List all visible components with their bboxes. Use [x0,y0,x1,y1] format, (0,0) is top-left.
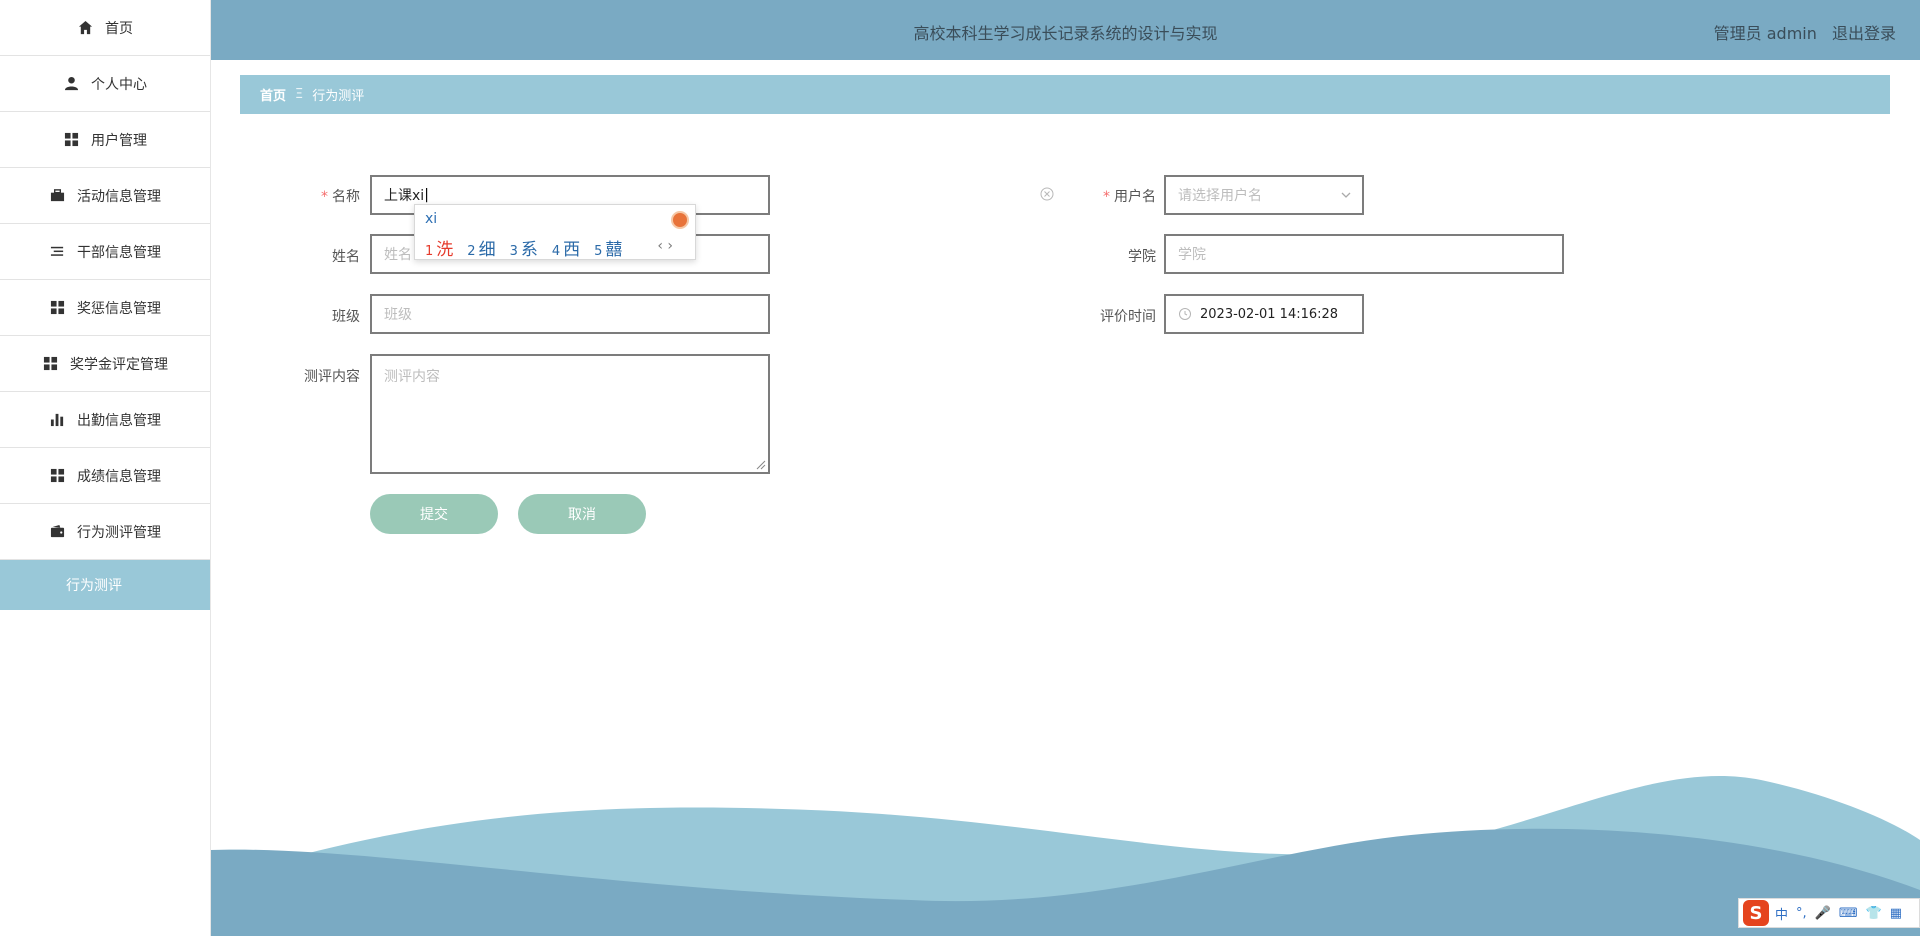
sidebar-item-label: 出勤信息管理 [77,412,161,429]
current-user: 管理员 admin [1713,24,1817,43]
sidebar-item-profile[interactable]: 个人中心 [0,56,210,112]
class-input[interactable]: 班级 [370,294,770,334]
sidebar-subitem-behavior-eval[interactable]: 行为测评 [0,560,210,610]
eval-time-label: 评价时间 [1100,309,1156,325]
class-label: 班级 [332,309,360,325]
wallet-icon [49,524,65,540]
logout-link[interactable]: 退出登录 [1832,24,1896,43]
sidebar-item-cadres[interactable]: 干部信息管理 [0,224,210,280]
ime-candidate[interactable]: 2细 [467,235,495,260]
sidebar-item-label: 行为测评管理 [77,524,161,541]
grid-icon [49,300,65,316]
sidebar: 首页 个人中心 用户管理 活动信息管理 干部信息管理 奖惩信息管理 奖学金评定管… [0,0,211,936]
ime-candidate-list: 1洗 2细 3系 4西 5囍 [425,235,636,260]
microphone-icon[interactable]: 🎤 [1815,906,1831,921]
app-title: 高校本科生学习成长记录系统的设计与实现 [913,24,1218,43]
content-label: 测评内容 [304,369,360,385]
college-input[interactable]: 学院 [1164,234,1564,274]
eval-time-value: 2023-02-01 14:16:28 [1200,306,1339,322]
sidebar-item-label: 首页 [105,20,133,37]
grid-icon [49,468,65,484]
sidebar-item-scholarship[interactable]: 奖学金评定管理 [0,336,210,392]
breadcrumb-separator: Ξ [295,87,304,102]
college-placeholder: 学院 [1178,247,1206,263]
ime-candidate[interactable]: 3系 [510,235,538,260]
sidebar-item-grades[interactable]: 成绩信息管理 [0,448,210,504]
briefcase-icon [49,188,65,204]
ime-candidate-popup: xi 1洗 2细 3系 4西 5囍 ‹ › [414,204,696,260]
sogou-logo-icon[interactable]: S [1743,900,1769,926]
content-placeholder: 测评内容 [384,369,440,385]
bar-chart-icon [49,412,65,428]
ime-composition: xi [425,211,438,227]
ime-candidate[interactable]: 1洗 [425,235,453,260]
sidebar-item-label: 干部信息管理 [77,244,161,261]
content-textarea[interactable]: 测评内容 [370,354,770,474]
college-label: 学院 [1128,249,1156,265]
name-input-value: 上课xi [384,188,425,204]
home-icon [77,20,93,36]
chevron-down-icon [1341,192,1351,198]
grid-icon [63,132,79,148]
clear-icon[interactable] [1040,187,1054,201]
skin-icon[interactable]: 👕 [1866,906,1882,921]
ime-page-nav[interactable]: ‹ › [657,238,673,254]
punctuation-icon[interactable]: °, [1796,906,1807,921]
sidebar-item-rewards[interactable]: 奖惩信息管理 [0,280,210,336]
class-placeholder: 班级 [384,307,412,323]
sidebar-item-label: 活动信息管理 [77,188,161,205]
sidebar-item-users[interactable]: 用户管理 [0,112,210,168]
ime-skin-icon[interactable] [671,211,689,229]
ime-mode-indicator[interactable]: 中 [1775,904,1788,923]
sidebar-item-attendance[interactable]: 出勤信息管理 [0,392,210,448]
username-select[interactable]: 请选择用户名 [1164,175,1364,215]
resize-handle-icon[interactable] [756,460,766,470]
breadcrumb-current: 行为测评 [312,89,365,104]
ime-candidate[interactable]: 5囍 [594,235,622,260]
ime-candidate[interactable]: 4西 [552,235,580,260]
list-icon [49,244,65,260]
submit-button[interactable]: 提交 [370,494,498,534]
sidebar-item-label: 奖惩信息管理 [77,300,161,317]
sidebar-item-behavior[interactable]: 行为测评管理 [0,504,210,560]
user-icon [63,76,79,92]
user-area: 管理员 admin 退出登录 [1704,20,1896,44]
toolbox-icon[interactable]: ▦ [1890,906,1902,921]
grid-icon [42,356,58,372]
realname-label: 姓名 [332,249,360,265]
keyboard-icon[interactable]: ⌨ [1839,906,1858,921]
clock-icon [1179,308,1191,320]
realname-placeholder: 姓名 [384,247,412,263]
breadcrumb-home[interactable]: 首页 [260,85,286,104]
username-placeholder: 请选择用户名 [1178,188,1262,204]
sidebar-item-activities[interactable]: 活动信息管理 [0,168,210,224]
ime-status-bar: S 中 °, 🎤 ⌨ 👕 ▦ [1738,898,1920,928]
top-header: 高校本科生学习成长记录系统的设计与实现 管理员 admin 退出登录 [211,0,1920,60]
breadcrumb: 首页 Ξ 行为测评 [240,75,1890,114]
sidebar-item-home[interactable]: 首页 [0,0,210,56]
cancel-button[interactable]: 取消 [518,494,646,534]
sidebar-item-label: 个人中心 [91,76,147,93]
sidebar-item-label: 奖学金评定管理 [70,356,168,373]
wave-decoration [211,776,1920,936]
name-label: * 名称 [321,189,360,205]
username-label: * 用户名 [1103,189,1156,205]
sidebar-item-label: 成绩信息管理 [77,468,161,485]
eval-time-picker[interactable]: 2023-02-01 14:16:28 [1164,294,1364,334]
sidebar-item-label: 用户管理 [91,132,147,149]
